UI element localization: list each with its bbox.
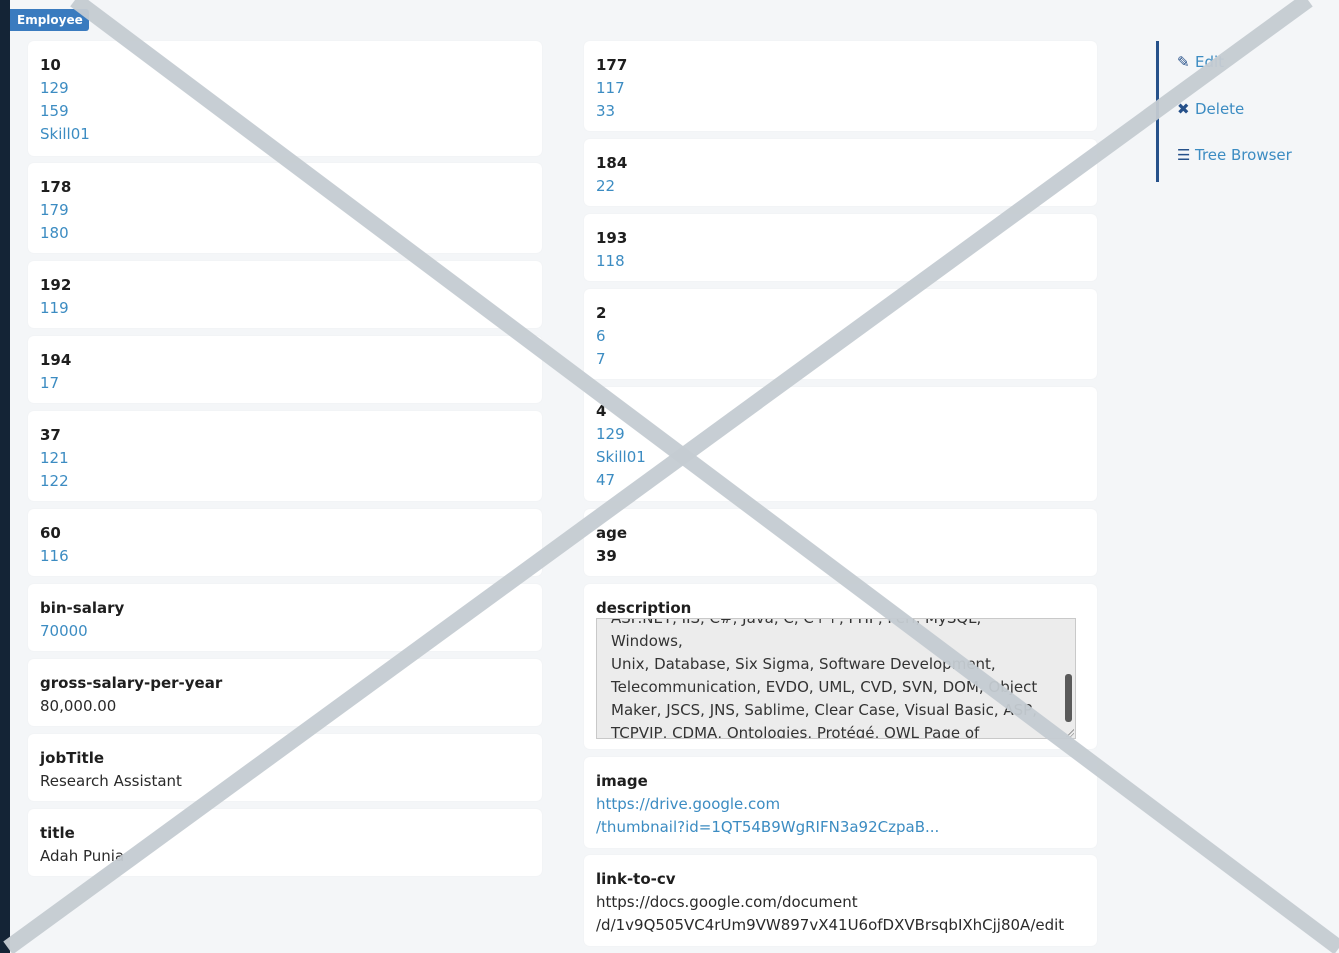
property-value-link[interactable]: 179 — [40, 199, 530, 222]
property-label: 192 — [40, 276, 72, 294]
property-value: 39 — [596, 547, 617, 565]
property-value-link[interactable]: /thumbnail?id=1QT54B9WgRIFN3a92CzpaB... — [596, 816, 1085, 839]
close-icon: ✖ — [1177, 100, 1190, 118]
property-value-link[interactable]: 17 — [40, 372, 530, 395]
property-label: 184 — [596, 154, 628, 172]
property-label: age — [596, 524, 628, 542]
tree-browser-label: Tree Browser — [1195, 146, 1292, 164]
property-value-link[interactable]: 116 — [40, 545, 530, 568]
description-line: TCPVIP, CDMA, Ontologies, Protégé, OWL P… — [611, 724, 980, 739]
property-card: description ASP.NET, IIS, C#, Java, C, C+… — [584, 584, 1097, 749]
property-label: 194 — [40, 351, 72, 369]
pencil-icon: ✎ — [1177, 53, 1190, 71]
property-card: 184 22 — [584, 139, 1097, 206]
property-card: 2 67 — [584, 289, 1097, 379]
property-value: https://docs.google.com/document — [596, 893, 858, 911]
property-card: 10 129 159 Skill01 — [28, 41, 542, 156]
property-label: 60 — [40, 524, 61, 542]
property-card: image https://drive.google.com/thumbnail?… — [584, 757, 1097, 848]
property-value: /d/1v9Q505VC4rUm9VW897vX41U6ofDXVBrsqbIX… — [596, 916, 1065, 934]
property-label: description — [596, 599, 692, 617]
property-value-link[interactable]: 70000 — [40, 620, 530, 643]
property-card: 193 118 — [584, 214, 1097, 281]
property-value-link[interactable]: 117 — [596, 77, 1085, 100]
description-line: Unix, Database, Six Sigma, Software Deve… — [611, 655, 996, 673]
property-card: age 39 — [584, 509, 1097, 576]
property-card: 194 17 — [28, 336, 542, 403]
property-label: 10 — [40, 56, 61, 74]
property-card: 37 121 122 — [28, 411, 542, 501]
property-value: Adah Punia — [40, 847, 125, 865]
description-textarea[interactable]: ASP.NET, IIS, C#, Java, C, C++, PHP, Per… — [596, 618, 1076, 739]
property-label: 4 — [596, 402, 607, 420]
property-value-link[interactable]: 159 — [40, 100, 530, 123]
tree-browser-button[interactable]: ☰ Tree Browser — [1177, 146, 1292, 164]
property-card: 178 179 180 — [28, 163, 542, 253]
property-card: bin-salary 70000 — [28, 584, 542, 651]
property-label: jobTitle — [40, 749, 105, 767]
property-label: bin-salary — [40, 599, 125, 617]
property-value-link[interactable]: 129 — [40, 77, 530, 100]
property-value-link[interactable]: 6 — [596, 325, 1085, 348]
property-value: 80,000.00 — [40, 697, 117, 715]
property-label: 37 — [40, 426, 61, 444]
property-value-link[interactable]: Skill01 — [596, 446, 1085, 469]
description-line: ASP.NET, IIS, C#, Java, C, C++, PHP, Per… — [611, 618, 982, 650]
property-card: 192 119 — [28, 261, 542, 328]
property-value-link[interactable]: 180 — [40, 222, 530, 245]
edit-button[interactable]: ✎ Edit — [1177, 53, 1224, 71]
property-card: 177 117 33 — [584, 41, 1097, 131]
property-value-link[interactable]: 33 — [596, 100, 1085, 123]
property-label: gross-salary-per-year — [40, 674, 223, 692]
property-value: Research Assistant — [40, 772, 182, 790]
property-label: link-to-cv — [596, 870, 676, 888]
property-value-link[interactable]: 22 — [596, 175, 1085, 198]
property-value-link[interactable]: 118 — [596, 250, 1085, 273]
property-value-link[interactable]: 47 — [596, 469, 1085, 492]
property-label: 193 — [596, 229, 628, 247]
delete-button[interactable]: ✖ Delete — [1177, 100, 1244, 118]
property-value-link[interactable]: 129 — [596, 423, 1085, 446]
description-line: Maker, JSCS, JNS, Sablime, Clear Case, V… — [611, 701, 1037, 719]
property-card: 60 116 — [28, 509, 542, 576]
property-label: 178 — [40, 178, 72, 196]
property-card: link-to-cv https://docs.google.com/docume… — [584, 855, 1097, 946]
property-value-link[interactable]: 121 — [40, 447, 530, 470]
resize-grip-icon[interactable] — [1065, 728, 1074, 737]
property-card: gross-salary-per-year 80,000.00 — [28, 659, 542, 726]
delete-label: Delete — [1195, 100, 1245, 118]
sidebar-strip — [0, 0, 10, 953]
property-value-link[interactable]: https://drive.google.com — [596, 793, 1085, 816]
actions-panel: ✎ Edit ✖ Delete ☰ Tree Browser — [1156, 41, 1329, 182]
property-value-link[interactable]: Skill01 — [40, 123, 530, 146]
list-icon: ☰ — [1177, 146, 1191, 164]
property-card: 4 129 Skill01 47 — [584, 387, 1097, 501]
entity-type-badge: Employee — [10, 9, 89, 31]
property-value-link[interactable]: 122 — [40, 470, 530, 493]
textarea-scrollbar[interactable] — [1065, 674, 1072, 722]
property-label: title — [40, 824, 75, 842]
property-card: title Adah Punia — [28, 809, 542, 876]
description-line: Telecommunication, EVDO, UML, CVD, SVN, … — [611, 678, 1038, 696]
property-card: jobTitle Research Assistant — [28, 734, 542, 801]
property-value-link[interactable]: 119 — [40, 297, 530, 320]
property-label: 177 — [596, 56, 628, 74]
property-label: 2 — [596, 304, 607, 322]
property-label: image — [596, 772, 648, 790]
property-value-link[interactable]: 7 — [596, 348, 1085, 371]
edit-label: Edit — [1195, 53, 1225, 71]
